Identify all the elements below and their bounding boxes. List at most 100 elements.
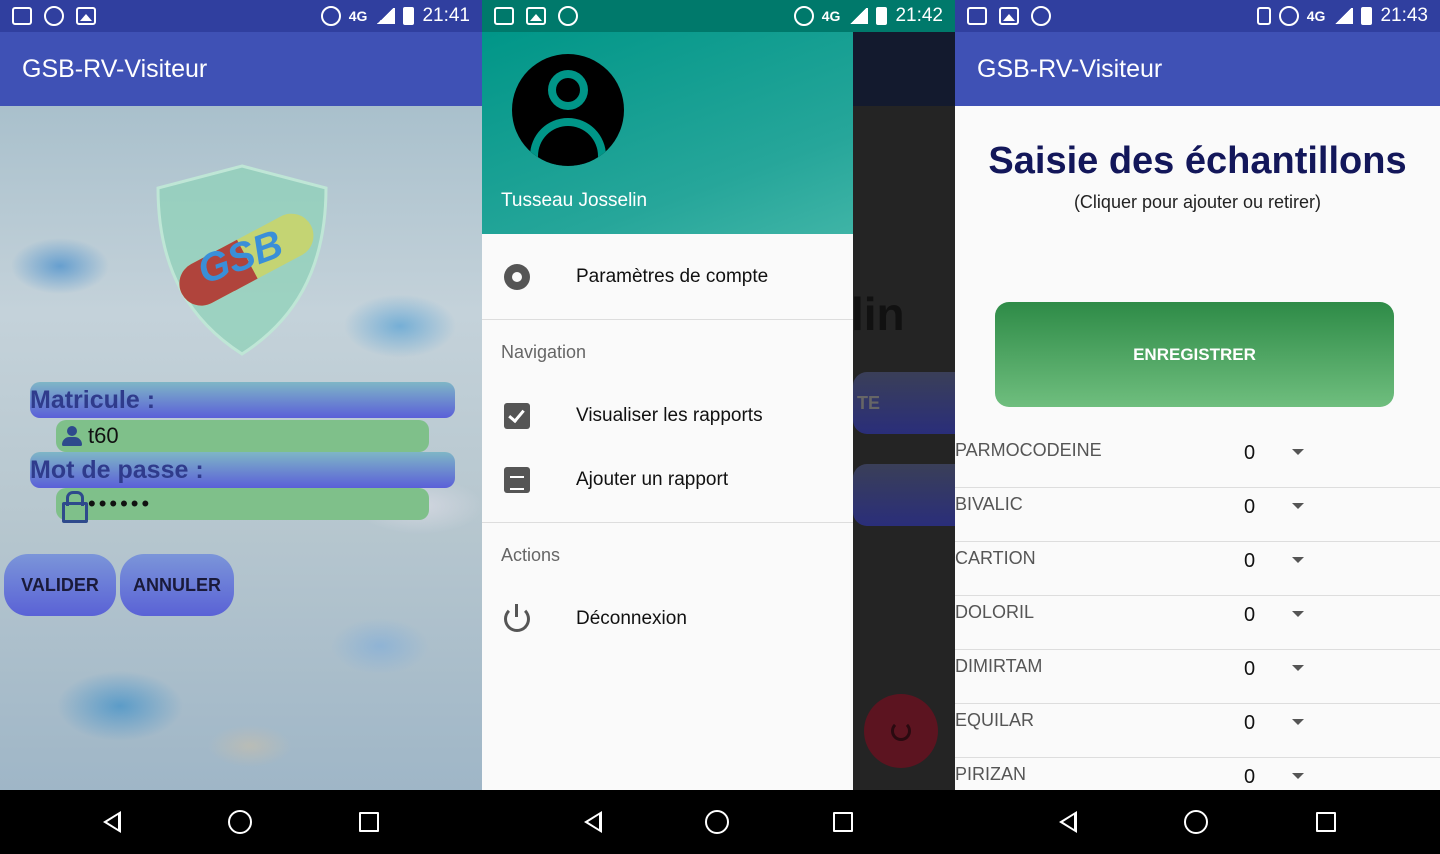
- network-type: 4G: [1306, 8, 1326, 24]
- matricule-label-text: Matricule :: [30, 385, 156, 414]
- avatar-body: [538, 126, 598, 166]
- sample-quantity-spinner[interactable]: 0: [1244, 712, 1255, 735]
- sample-quantity-spinner[interactable]: 0: [1244, 604, 1255, 627]
- vibrate-icon: [1256, 7, 1271, 25]
- dimmed-button-text: TE: [857, 392, 881, 413]
- recents-icon[interactable]: [833, 812, 854, 832]
- sample-quantity-spinner[interactable]: 0: [1244, 766, 1255, 789]
- valider-button[interactable]: VALIDER: [4, 554, 116, 616]
- alarm-icon: [320, 6, 341, 26]
- hotspot-icon: [1031, 6, 1051, 26]
- recents-icon[interactable]: [358, 812, 379, 832]
- clock: 21:41: [422, 5, 470, 26]
- sample-row[interactable]: PARMOCODEINE 0: [955, 434, 1440, 488]
- dropdown-caret-icon[interactable]: [1292, 503, 1304, 509]
- clock: 21:43: [1380, 5, 1428, 26]
- signal-icon: [848, 8, 869, 24]
- power-icon: [504, 604, 530, 632]
- network-type: 4G: [348, 8, 368, 24]
- system-nav-bar: [0, 790, 482, 854]
- person-icon: [62, 426, 82, 446]
- avatar: [512, 54, 624, 166]
- back-icon[interactable]: [1058, 811, 1077, 833]
- sample-quantity-spinner[interactable]: 0: [1244, 496, 1255, 519]
- home-icon[interactable]: [1184, 810, 1209, 834]
- back-icon[interactable]: [583, 811, 602, 833]
- photo-icon: [999, 7, 1019, 25]
- dropdown-caret-icon[interactable]: [1292, 611, 1304, 617]
- clock: 21:42: [895, 5, 943, 26]
- alarm-icon: [1278, 6, 1299, 26]
- app-bar: GSB-RV-Visiteur: [955, 32, 1440, 106]
- home-icon[interactable]: [227, 810, 252, 834]
- drawer-header: Tusseau Josselin: [482, 32, 853, 234]
- photo-icon: [526, 7, 546, 25]
- save-button[interactable]: ENREGISTRER: [995, 302, 1394, 407]
- dropdown-caret-icon[interactable]: [1292, 773, 1304, 779]
- matricule-label: Matricule :: [30, 382, 455, 418]
- sample-row[interactable]: PIRIZAN 0: [955, 758, 1440, 790]
- status-bar: 4G 21:42: [482, 0, 955, 32]
- screenshots-row: 4G 21:41 GSB-RV-Visiteur GSB Matricule :: [0, 0, 1440, 854]
- sample-name: PIRIZAN: [955, 764, 1027, 784]
- password-label-text: Mot de passe :: [30, 455, 204, 484]
- battery-icon: [403, 7, 415, 25]
- menu-item-view-reports[interactable]: Visualiser les rapports: [482, 388, 853, 444]
- hotspot-icon: [44, 6, 64, 26]
- recents-icon[interactable]: [1316, 812, 1337, 832]
- app-bar: GSB-RV-Visiteur: [0, 32, 482, 106]
- password-label: Mot de passe :: [30, 452, 455, 488]
- sample-row[interactable]: CARTION 0: [955, 542, 1440, 596]
- dropdown-caret-icon[interactable]: [1292, 449, 1304, 455]
- password-field[interactable]: ••••••: [56, 488, 429, 523]
- sample-row[interactable]: DIMIRTAM 0: [955, 650, 1440, 704]
- dimmed-app-bar: [853, 32, 955, 106]
- power-icon: [891, 721, 911, 741]
- home-icon[interactable]: [705, 810, 730, 834]
- divider: [482, 319, 853, 320]
- battery-icon: [1361, 7, 1373, 25]
- sample-quantity-spinner[interactable]: 0: [1244, 442, 1255, 465]
- sample-quantity-spinner[interactable]: 0: [1244, 658, 1255, 681]
- section-actions: Actions: [501, 545, 561, 565]
- sample-name: EQUILAR: [955, 710, 1035, 730]
- message-icon: [967, 7, 987, 25]
- lock-icon: [62, 491, 88, 523]
- sample-row[interactable]: BIVALIC 0: [955, 488, 1440, 542]
- sample-quantity-spinner[interactable]: 0: [1244, 550, 1255, 573]
- gear-icon: [504, 264, 530, 290]
- login-screen: 4G 21:41 GSB-RV-Visiteur GSB Matricule :: [0, 0, 482, 854]
- dropdown-caret-icon[interactable]: [1292, 665, 1304, 671]
- sample-row[interactable]: DOLORIL 0: [955, 596, 1440, 650]
- dimmed-button-2: [853, 464, 955, 526]
- menu-item-label: Ajouter un rapport: [576, 469, 729, 490]
- system-nav-bar: [482, 790, 955, 854]
- back-icon[interactable]: [103, 811, 122, 833]
- menu-item-account-settings[interactable]: Paramètres de compte: [482, 249, 853, 305]
- matricule-field[interactable]: t60: [56, 420, 429, 452]
- menu-item-add-report[interactable]: Ajouter un rapport: [482, 452, 853, 508]
- sample-name: DOLORIL: [955, 602, 1035, 622]
- samples-screen: 4G 21:43 GSB-RV-Visiteur Saisie des écha…: [955, 0, 1440, 854]
- dropdown-caret-icon[interactable]: [1292, 719, 1304, 725]
- dropdown-caret-icon[interactable]: [1292, 557, 1304, 563]
- alarm-icon: [793, 6, 814, 26]
- matricule-value: t60: [88, 423, 119, 448]
- dimmed-title: lin: [851, 288, 905, 340]
- system-nav-bar: [955, 790, 1440, 854]
- annuler-button[interactable]: ANNULER: [120, 554, 234, 616]
- sample-row[interactable]: EQUILAR 0: [955, 704, 1440, 758]
- page-subtitle: (Cliquer pour ajouter ou retirer): [1073, 192, 1322, 212]
- avatar-head: [556, 78, 580, 102]
- sample-name: PARMOCODEINE: [955, 440, 1102, 460]
- menu-item-label: Paramètres de compte: [576, 266, 769, 287]
- battery-icon: [876, 7, 888, 25]
- gsb-logo: GSB: [156, 164, 328, 356]
- sample-name: DIMIRTAM: [955, 656, 1043, 676]
- status-bar: 4G 21:41: [0, 0, 482, 32]
- dimmed-content[interactable]: lin TE: [851, 32, 955, 790]
- samples-content: Saisie des échantillons (Cliquer pour aj…: [955, 106, 1440, 790]
- app-title: GSB-RV-Visiteur: [977, 54, 1163, 83]
- clipboard-icon: [504, 467, 530, 493]
- menu-item-logout[interactable]: Déconnexion: [482, 591, 853, 647]
